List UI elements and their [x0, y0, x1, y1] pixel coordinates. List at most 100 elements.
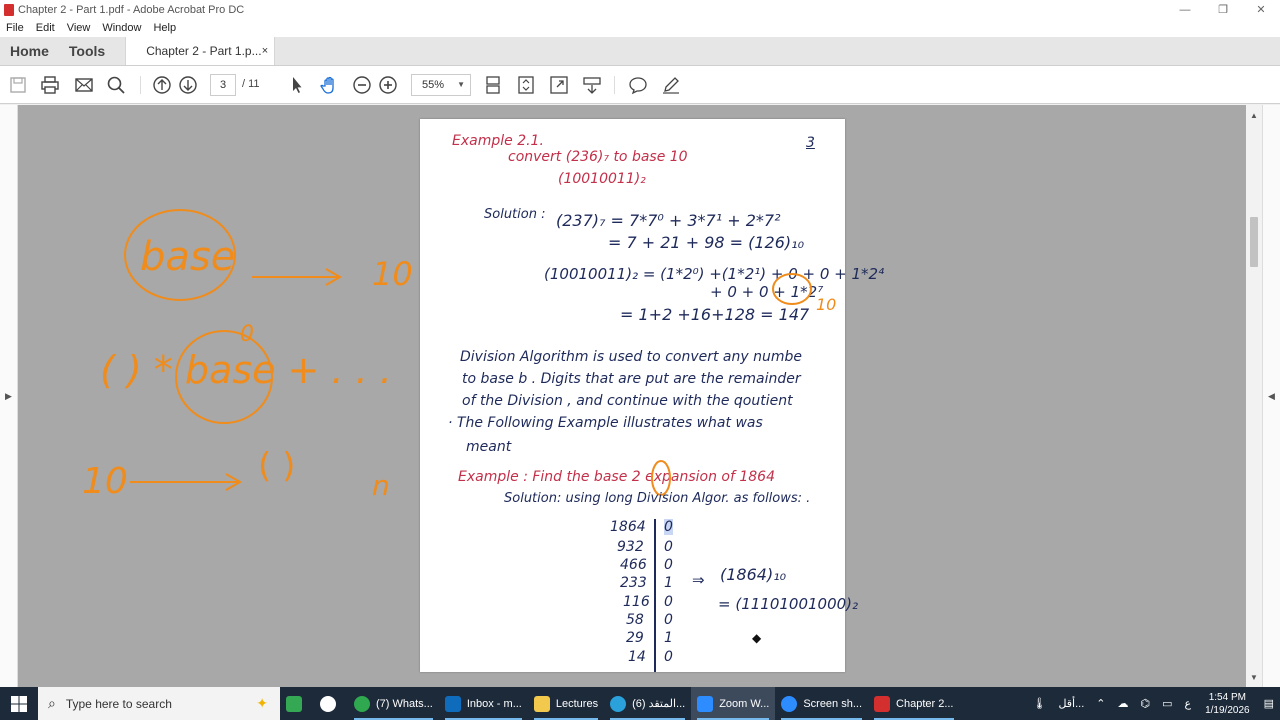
read-mode-icon[interactable] [582, 75, 602, 95]
paragraph-line-2: to base b . Digits that are put are the … [462, 371, 801, 387]
search-icon[interactable] [106, 75, 126, 95]
tab-document-label: Chapter 2 - Part 1.p... [146, 44, 262, 58]
menu-help[interactable]: Help [147, 22, 182, 34]
zoom-in-icon[interactable] [378, 75, 398, 95]
quotient: 466 [620, 557, 647, 573]
tab-tools[interactable]: Tools [59, 37, 115, 65]
close-window-button[interactable]: ✕ [1242, 0, 1280, 19]
example2-title: Example : Find the base 2 expansion of 1… [458, 469, 775, 485]
notification-icon[interactable]: ▤ [1258, 697, 1280, 710]
hand-tool-icon[interactable] [320, 75, 340, 95]
taskbar-app-label: Lectures [555, 697, 599, 710]
result-arrow: ⇒ [692, 571, 705, 589]
quotient: 29 [626, 630, 644, 646]
quotient: 233 [620, 575, 647, 591]
paragraph-line-4: · The Following Example illustrates what… [448, 415, 763, 431]
clock[interactable]: 1:54 PM 1/19/2026 [1197, 691, 1258, 717]
acrobat-icon [4, 3, 14, 16]
annotation-base: base [140, 234, 235, 280]
taskbar-search[interactable]: ⌕ Type here to search ✦ [38, 687, 280, 720]
tab-bar: Home Tools Chapter 2 - Part 1.p... × [0, 37, 1280, 66]
search-placeholder: Type here to search [65, 696, 172, 711]
menu-window[interactable]: Window [96, 22, 147, 34]
vertical-scrollbar[interactable]: ▲ ▼ [1246, 105, 1262, 687]
scroll-down-icon[interactable]: ▼ [1250, 673, 1258, 682]
menu-bar: File Edit View Window Help [0, 19, 1280, 37]
scroll-thumb[interactable] [1250, 217, 1258, 267]
remainder: 0 [664, 612, 673, 628]
tab-close-icon[interactable]: × [262, 45, 268, 57]
taskbar-app-whatsapp[interactable]: (7) Whats... [348, 687, 439, 720]
taskbar-app-label: Chapter 2... [896, 697, 954, 710]
language-indicator[interactable]: ع [1179, 697, 1198, 710]
comment-icon[interactable] [628, 75, 648, 95]
chevron-down-icon: ▼ [457, 80, 465, 89]
clock-date: 1/19/2026 [1205, 704, 1250, 716]
system-tray: 🌡 أقل... ⌃ ☁ ⌬ ▭ ع 1:54 PM 1/19/2026 ▤ [1026, 687, 1280, 720]
example1-line2: (10010011)₂ [558, 171, 646, 187]
email-icon[interactable] [74, 75, 94, 95]
window-controls: — ❐ ✕ [1166, 0, 1280, 19]
search-icon: ⌕ [48, 695, 56, 711]
taskbar-app-label: Zoom W... [719, 697, 770, 710]
cloud-icon[interactable]: ☁ [1112, 697, 1135, 710]
pdf-page[interactable]: 3 Example 2.1. convert (236)₇ to base 10… [420, 119, 884, 672]
paragraph-line-1: Division Algorithm is used to convert an… [460, 349, 802, 365]
taskbar-app-telegram[interactable]: (6) المتقد... [604, 687, 691, 720]
scroll-up-icon[interactable]: ▲ [1250, 111, 1258, 120]
page-total: / 11 [242, 78, 260, 90]
taskbar-app-outlook[interactable]: Inbox - m... [439, 687, 528, 720]
fit-page-icon[interactable] [516, 75, 536, 95]
full-screen-icon[interactable] [549, 75, 569, 95]
menu-view[interactable]: View [61, 22, 97, 34]
quotient: 14 [628, 649, 646, 665]
camera-icon[interactable] [314, 687, 348, 720]
result-lhs: (1864)₁₀ [720, 565, 787, 584]
zoom-select[interactable]: 55% ▼ [411, 74, 471, 96]
select-tool-icon[interactable] [287, 75, 307, 95]
taskbar-app-lectures[interactable]: Lectures [528, 687, 604, 720]
title-bar: Chapter 2 - Part 1.pdf - Adobe Acrobat P… [0, 0, 1280, 19]
scrolling-mode-icon[interactable] [483, 75, 503, 95]
annotation-arrow-1 [252, 268, 343, 286]
equation-1: (237)₇ = 7*7⁰ + 3*7¹ + 2*7² [556, 211, 781, 230]
taskbar-app-label: (6) المتقد... [632, 698, 686, 710]
taskbar-app-zoom[interactable]: Zoom W... [691, 687, 776, 720]
print-icon[interactable] [40, 75, 60, 95]
pen-icon[interactable] [661, 75, 681, 95]
taskbar-app-acrobat[interactable]: Chapter 2... [868, 687, 959, 720]
solution-label: Solution : [484, 207, 546, 222]
annotation-ten: 10 [816, 295, 837, 314]
page-number-input[interactable]: 3 [210, 74, 236, 96]
save-icon[interactable] [8, 75, 28, 95]
next-page-icon[interactable] [178, 75, 198, 95]
annotation-paren: ( ) [258, 446, 295, 486]
tab-document[interactable]: Chapter 2 - Part 1.p... × [125, 37, 276, 65]
menu-file[interactable]: File [0, 22, 30, 34]
remainder: 0 [664, 519, 673, 535]
start-button[interactable] [0, 687, 38, 720]
right-panel-toggle[interactable]: ◀ [1262, 105, 1280, 687]
annotation-from-10: 10 [82, 461, 128, 502]
previous-page-icon[interactable] [152, 75, 172, 95]
taskbar-app-screenshot[interactable]: Screen sh... [775, 687, 868, 720]
menu-edit[interactable]: Edit [30, 22, 61, 34]
thermometer-icon[interactable]: 🌡 [1026, 697, 1052, 710]
tab-home[interactable]: Home [0, 37, 59, 65]
expand-right-icon[interactable]: ◀ [1268, 391, 1275, 402]
document-area[interactable]: ▶ base 10 ( ) * base + . . . 0 10 ( ) n … [0, 105, 1280, 687]
annotation-target-10: 10 [372, 255, 413, 293]
taskbar: ⌕ Type here to search ✦ (7) Whats... Inb… [0, 687, 1280, 720]
chevron-up-icon[interactable]: ⌃ [1090, 697, 1111, 710]
battery-icon[interactable]: ▭ [1156, 697, 1178, 710]
zoom-out-icon[interactable] [352, 75, 372, 95]
toolbar-divider [614, 76, 615, 94]
zoom-value: 55% [422, 79, 445, 91]
drive-icon[interactable] [280, 687, 314, 720]
minimize-button[interactable]: — [1166, 0, 1204, 19]
window-title: Chapter 2 - Part 1.pdf - Adobe Acrobat P… [18, 3, 245, 16]
wifi-icon[interactable]: ⌬ [1135, 697, 1157, 710]
remainder: 1 [664, 630, 673, 646]
tray-text[interactable]: أقل... [1052, 697, 1090, 710]
restore-button[interactable]: ❐ [1204, 0, 1242, 19]
